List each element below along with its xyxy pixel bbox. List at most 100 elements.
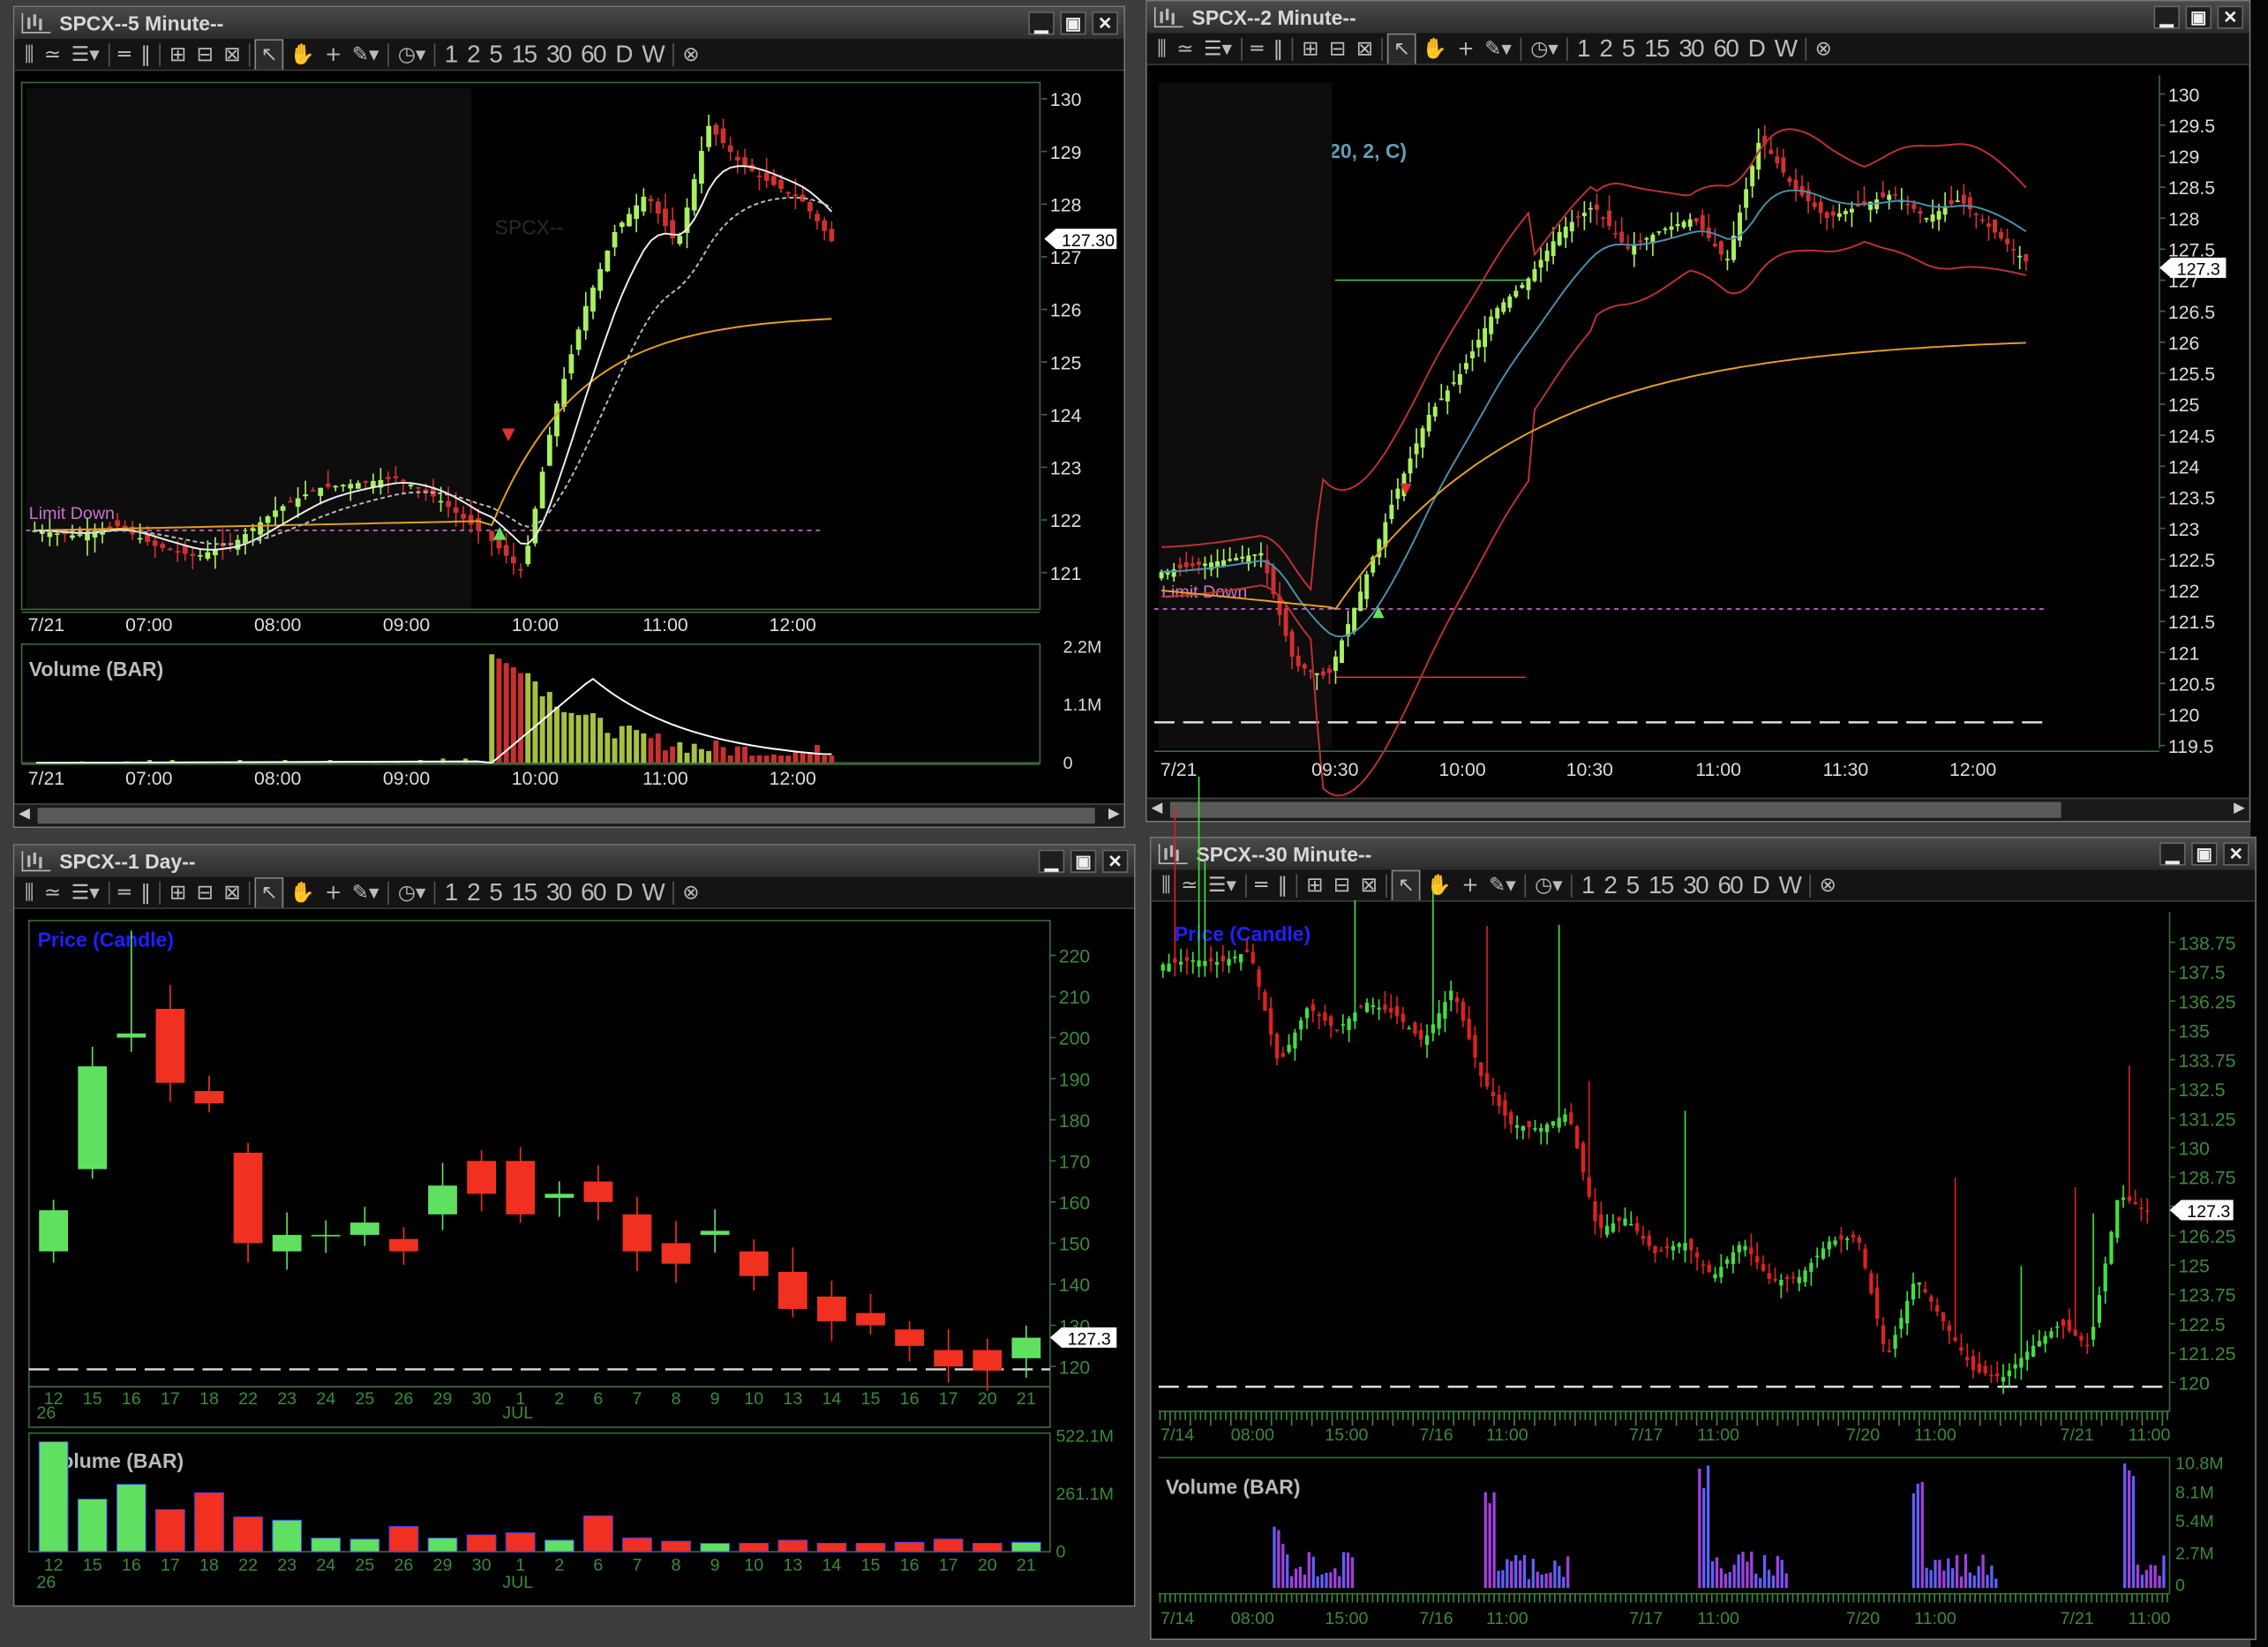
equals-icon[interactable]: ═ bbox=[1250, 870, 1272, 899]
crosshair-icon[interactable]: + bbox=[1453, 34, 1479, 64]
pen-icon[interactable]: ✎▾ bbox=[348, 878, 384, 907]
bar-chart-icon[interactable]: ⫼ bbox=[20, 40, 38, 69]
interval-W-button[interactable]: W bbox=[637, 878, 667, 907]
clock-icon[interactable]: ◷▾ bbox=[1530, 870, 1566, 899]
zoom-out-icon[interactable]: ⊟ bbox=[192, 40, 218, 69]
crosshair-icon[interactable]: + bbox=[320, 878, 346, 907]
interval-D-button[interactable]: D bbox=[1748, 870, 1773, 899]
list-icon[interactable]: ☰▾ bbox=[67, 878, 104, 907]
interval-1-button[interactable]: 1 bbox=[440, 40, 462, 69]
line-chart-icon[interactable]: ≃ bbox=[40, 878, 65, 907]
line-chart-icon[interactable]: ≃ bbox=[1172, 34, 1198, 64]
maximize-button[interactable]: ▣ bbox=[1060, 11, 1086, 35]
interval-60-button[interactable]: 60 bbox=[1709, 34, 1743, 64]
hand-icon[interactable]: ✋ bbox=[285, 878, 319, 907]
clock-icon[interactable]: ◷▾ bbox=[394, 878, 430, 907]
clock-icon[interactable]: ◷▾ bbox=[1526, 34, 1562, 64]
pen-icon[interactable]: ✎▾ bbox=[1480, 34, 1516, 64]
interval-30-button[interactable]: 30 bbox=[1678, 870, 1712, 899]
interval-60-button[interactable]: 60 bbox=[1714, 870, 1747, 899]
close-button[interactable]: ✕ bbox=[1101, 849, 1129, 873]
zoom-out-icon[interactable]: ⊟ bbox=[1329, 870, 1355, 899]
interval-15-button[interactable]: 15 bbox=[1640, 34, 1673, 64]
maximize-button[interactable]: ▣ bbox=[1070, 849, 1097, 873]
cancel-circle-icon[interactable]: ⊗ bbox=[678, 40, 703, 69]
minimize-button[interactable]: ▁ bbox=[1028, 11, 1055, 35]
interval-5-button[interactable]: 5 bbox=[485, 878, 507, 907]
interval-5-button[interactable]: 5 bbox=[1618, 34, 1639, 64]
list-icon[interactable]: ☰▾ bbox=[1204, 870, 1241, 899]
pointer-icon[interactable]: ↖ bbox=[255, 876, 284, 908]
cancel-circle-icon[interactable]: ⊗ bbox=[678, 878, 703, 907]
maximize-button[interactable]: ▣ bbox=[2185, 5, 2212, 29]
hand-icon[interactable]: ✋ bbox=[285, 40, 319, 69]
horizontal-scrollbar[interactable]: ◀ ▶ bbox=[1146, 797, 2249, 821]
pointer-icon[interactable]: ↖ bbox=[1392, 869, 1421, 901]
interval-2-button[interactable]: 2 bbox=[462, 878, 484, 907]
zoom-in-icon[interactable]: ⊞ bbox=[165, 40, 191, 69]
interval-1-button[interactable]: 1 bbox=[1573, 34, 1594, 64]
bar-chart-icon[interactable]: ⫼ bbox=[1157, 870, 1175, 899]
minimize-button[interactable]: ▁ bbox=[1038, 849, 1065, 873]
interval-60-button[interactable]: 60 bbox=[576, 40, 610, 69]
equals-icon[interactable]: ═ bbox=[114, 878, 135, 907]
close-button[interactable]: ✕ bbox=[2217, 5, 2244, 29]
zoom-reset-icon[interactable]: ⊠ bbox=[1352, 34, 1378, 64]
interval-2-button[interactable]: 2 bbox=[1595, 34, 1616, 64]
equals-icon[interactable]: ═ bbox=[114, 40, 135, 69]
interval-D-button[interactable]: D bbox=[1744, 34, 1769, 64]
hand-icon[interactable]: ✋ bbox=[1417, 34, 1451, 64]
interval-60-button[interactable]: 60 bbox=[576, 878, 610, 907]
interval-5-button[interactable]: 5 bbox=[485, 40, 507, 69]
zoom-reset-icon[interactable]: ⊠ bbox=[220, 40, 245, 69]
close-button[interactable]: ✕ bbox=[2223, 842, 2249, 866]
pointer-icon[interactable]: ↖ bbox=[1387, 33, 1416, 64]
zoom-reset-icon[interactable]: ⊠ bbox=[1356, 870, 1382, 899]
interval-1-button[interactable]: 1 bbox=[440, 878, 462, 907]
maximize-button[interactable]: ▣ bbox=[2191, 842, 2218, 866]
interval-W-button[interactable]: W bbox=[637, 40, 667, 69]
zoom-in-icon[interactable]: ⊞ bbox=[165, 878, 191, 907]
list-icon[interactable]: ☰▾ bbox=[67, 40, 104, 69]
title-bar[interactable]: SPCX--1 Day-- ▁ ▣ ✕ bbox=[14, 845, 1134, 877]
interval-D-button[interactable]: D bbox=[611, 878, 635, 907]
zoom-in-icon[interactable]: ⊞ bbox=[1302, 870, 1327, 899]
equals-icon[interactable]: ═ bbox=[1246, 34, 1267, 64]
scroll-right-icon[interactable]: ▶ bbox=[2234, 801, 2245, 816]
title-bar[interactable]: SPCX--30 Minute-- ▁ ▣ ✕ bbox=[1151, 838, 2256, 870]
zoom-reset-icon[interactable]: ⊠ bbox=[220, 878, 245, 907]
pen-icon[interactable]: ✎▾ bbox=[1484, 870, 1521, 899]
hand-icon[interactable]: ✋ bbox=[1422, 870, 1455, 899]
interval-2-button[interactable]: 2 bbox=[1599, 870, 1620, 899]
scroll-thumb[interactable] bbox=[1169, 801, 2061, 818]
interval-5-button[interactable]: 5 bbox=[1622, 870, 1643, 899]
minimize-button[interactable]: ▁ bbox=[2153, 5, 2180, 29]
interval-15-button[interactable]: 15 bbox=[507, 40, 541, 69]
close-button[interactable]: ✕ bbox=[1092, 11, 1118, 35]
interval-15-button[interactable]: 15 bbox=[507, 878, 541, 907]
crosshair-icon[interactable]: + bbox=[320, 40, 346, 69]
list-icon[interactable]: ☰▾ bbox=[1199, 34, 1236, 64]
interval-30-button[interactable]: 30 bbox=[542, 40, 575, 69]
pen-icon[interactable]: ✎▾ bbox=[348, 40, 384, 69]
interval-30-button[interactable]: 30 bbox=[1674, 34, 1708, 64]
line-chart-icon[interactable]: ≃ bbox=[40, 40, 65, 69]
title-bar[interactable]: SPCX--2 Minute-- ▁ ▣ ✕ bbox=[1146, 1, 2249, 34]
interval-15-button[interactable]: 15 bbox=[1644, 870, 1678, 899]
scroll-left-icon[interactable]: ◀ bbox=[1152, 801, 1163, 816]
interval-1-button[interactable]: 1 bbox=[1577, 870, 1598, 899]
title-bar[interactable]: SPCX--5 Minute-- ▁ ▣ ✕ bbox=[14, 7, 1124, 40]
zoom-in-icon[interactable]: ⊞ bbox=[1298, 34, 1324, 64]
interval-2-button[interactable]: 2 bbox=[462, 40, 484, 69]
interval-W-button[interactable]: W bbox=[1775, 870, 1805, 899]
pause-icon[interactable]: ‖ bbox=[136, 878, 154, 907]
interval-30-button[interactable]: 30 bbox=[542, 878, 575, 907]
crosshair-icon[interactable]: + bbox=[1457, 870, 1483, 899]
cancel-circle-icon[interactable]: ⊗ bbox=[1815, 870, 1841, 899]
zoom-out-icon[interactable]: ⊟ bbox=[192, 878, 218, 907]
minimize-button[interactable]: ▁ bbox=[2159, 842, 2186, 866]
clock-icon[interactable]: ◷▾ bbox=[394, 40, 430, 69]
cancel-circle-icon[interactable]: ⊗ bbox=[1811, 34, 1836, 64]
bar-chart-icon[interactable]: ⫼ bbox=[20, 878, 38, 907]
pause-icon[interactable]: ‖ bbox=[1273, 870, 1292, 899]
